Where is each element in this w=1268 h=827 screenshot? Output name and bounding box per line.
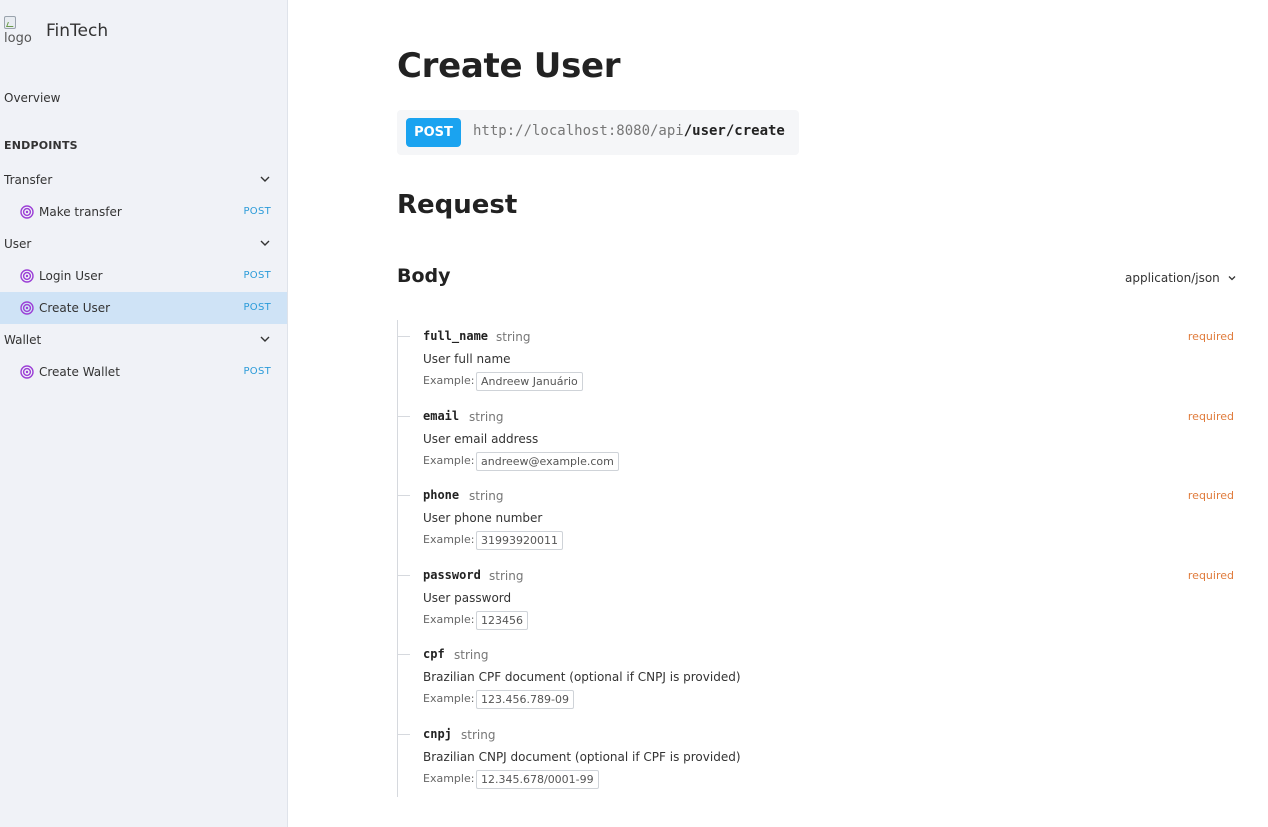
nav-group-wallet[interactable]: Wallet (0, 324, 287, 356)
example-label: Example: (423, 533, 475, 546)
property-description: User password (423, 591, 512, 605)
endpoint-box: POST http://localhost:8080/api/user/crea… (397, 110, 799, 155)
sidebar-item-label: Create Wallet (39, 365, 120, 379)
target-icon (20, 365, 34, 379)
example-label: Example: (423, 454, 475, 467)
example-label: Example: (423, 374, 475, 387)
endpoint-url[interactable]: http://localhost:8080/api/user/create (473, 123, 785, 139)
property-description: User email address (423, 432, 539, 446)
logo-image: logo (4, 16, 32, 48)
sidebar: logo FinTech Overview ENDPOINTS Transfer… (0, 0, 288, 827)
property-type: string (469, 410, 504, 424)
tree-tick (398, 734, 410, 735)
sidebar-item-label: Make transfer (39, 205, 122, 219)
content-type-select[interactable]: application/json (1125, 271, 1237, 285)
example-value: 123.456.789-09 (476, 690, 574, 709)
property-type: string (469, 489, 504, 503)
property-name: cnpj (423, 727, 452, 741)
nav-group-label: Wallet (4, 333, 42, 347)
example-label: Example: (423, 772, 475, 785)
sidebar-item-login-user[interactable]: Login User POST (0, 260, 287, 292)
example-value: 123456 (476, 611, 528, 630)
main-content: Create User POST http://localhost:8080/a… (288, 0, 1268, 827)
tree-tick (398, 575, 410, 576)
content-type-value: application/json (1125, 271, 1220, 285)
property-full-name: full_name string required User full name… (398, 320, 1238, 400)
example-value: andreew@example.com (476, 452, 619, 471)
example-value: 31993920011 (476, 531, 563, 550)
target-icon (20, 205, 34, 219)
property-type: string (461, 728, 496, 742)
property-name: email (423, 409, 460, 423)
property-name: full_name (423, 329, 489, 343)
example-label: Example: (423, 692, 475, 705)
request-heading: Request (397, 190, 518, 220)
property-name: cpf (423, 647, 445, 661)
nav-group-transfer[interactable]: Transfer (0, 164, 287, 196)
example-label: Example: (423, 613, 475, 626)
body-properties: full_name string required User full name… (397, 320, 1237, 797)
sidebar-item-label: Create User (39, 301, 111, 315)
brand[interactable]: logo FinTech (4, 16, 108, 50)
property-type: string (489, 569, 524, 583)
property-name: password (423, 568, 481, 582)
method-label: POST (243, 270, 271, 281)
tree-tick (398, 416, 410, 417)
method-label: POST (243, 206, 271, 217)
required-label: required (1187, 489, 1234, 502)
method-label: POST (243, 366, 271, 377)
method-label: POST (243, 302, 271, 313)
nav-group-user[interactable]: User (0, 228, 287, 260)
required-label: required (1187, 569, 1234, 582)
example-value: 12.345.678/0001-99 (476, 770, 599, 789)
nav-group-label: User (4, 237, 32, 251)
tree-tick (398, 336, 410, 337)
nav-section-endpoints: ENDPOINTS (4, 139, 78, 152)
sidebar-item-create-wallet[interactable]: Create Wallet POST (0, 356, 287, 388)
target-icon (20, 269, 34, 283)
chevron-down-icon (1228, 276, 1236, 281)
property-email: email string required User email address… (398, 400, 1238, 480)
body-heading: Body (397, 265, 451, 287)
example-value: Andreew Januário (476, 372, 583, 391)
property-cnpj: cnpj string Brazilian CNPJ document (opt… (398, 718, 1238, 798)
tree-tick (398, 654, 410, 655)
property-description: Brazilian CNPJ document (optional if CPF… (423, 750, 741, 764)
property-description: User phone number (423, 511, 543, 525)
sidebar-item-create-user[interactable]: Create User POST (0, 292, 287, 324)
property-phone: phone string required User phone number … (398, 479, 1238, 559)
property-description: User full name (423, 352, 511, 366)
property-description: Brazilian CPF document (optional if CNPJ… (423, 670, 741, 684)
endpoint-path: /user/create (683, 123, 785, 139)
page-title: Create User (397, 46, 621, 86)
broken-image-icon (4, 16, 16, 29)
sidebar-item-make-transfer[interactable]: Make transfer POST (0, 196, 287, 228)
sidebar-item-label: Login User (39, 269, 103, 283)
endpoint-base-url: http://localhost:8080/api (473, 123, 684, 139)
property-name: phone (423, 488, 460, 502)
required-label: required (1187, 410, 1234, 423)
chevron-down-icon (260, 240, 270, 246)
chevron-down-icon (260, 176, 270, 182)
property-type: string (496, 330, 531, 344)
tree-tick (398, 495, 410, 496)
nav-group-label: Transfer (4, 173, 53, 187)
logo-alt-text: logo (4, 31, 32, 46)
method-badge: POST (406, 118, 461, 147)
required-label: required (1187, 330, 1234, 343)
property-cpf: cpf string Brazilian CPF document (optio… (398, 638, 1238, 718)
property-password: password string required User password E… (398, 559, 1238, 639)
property-type: string (454, 648, 489, 662)
target-icon (20, 301, 34, 315)
brand-name: FinTech (46, 21, 109, 41)
chevron-down-icon (260, 336, 270, 342)
nav-overview[interactable]: Overview (4, 91, 61, 105)
